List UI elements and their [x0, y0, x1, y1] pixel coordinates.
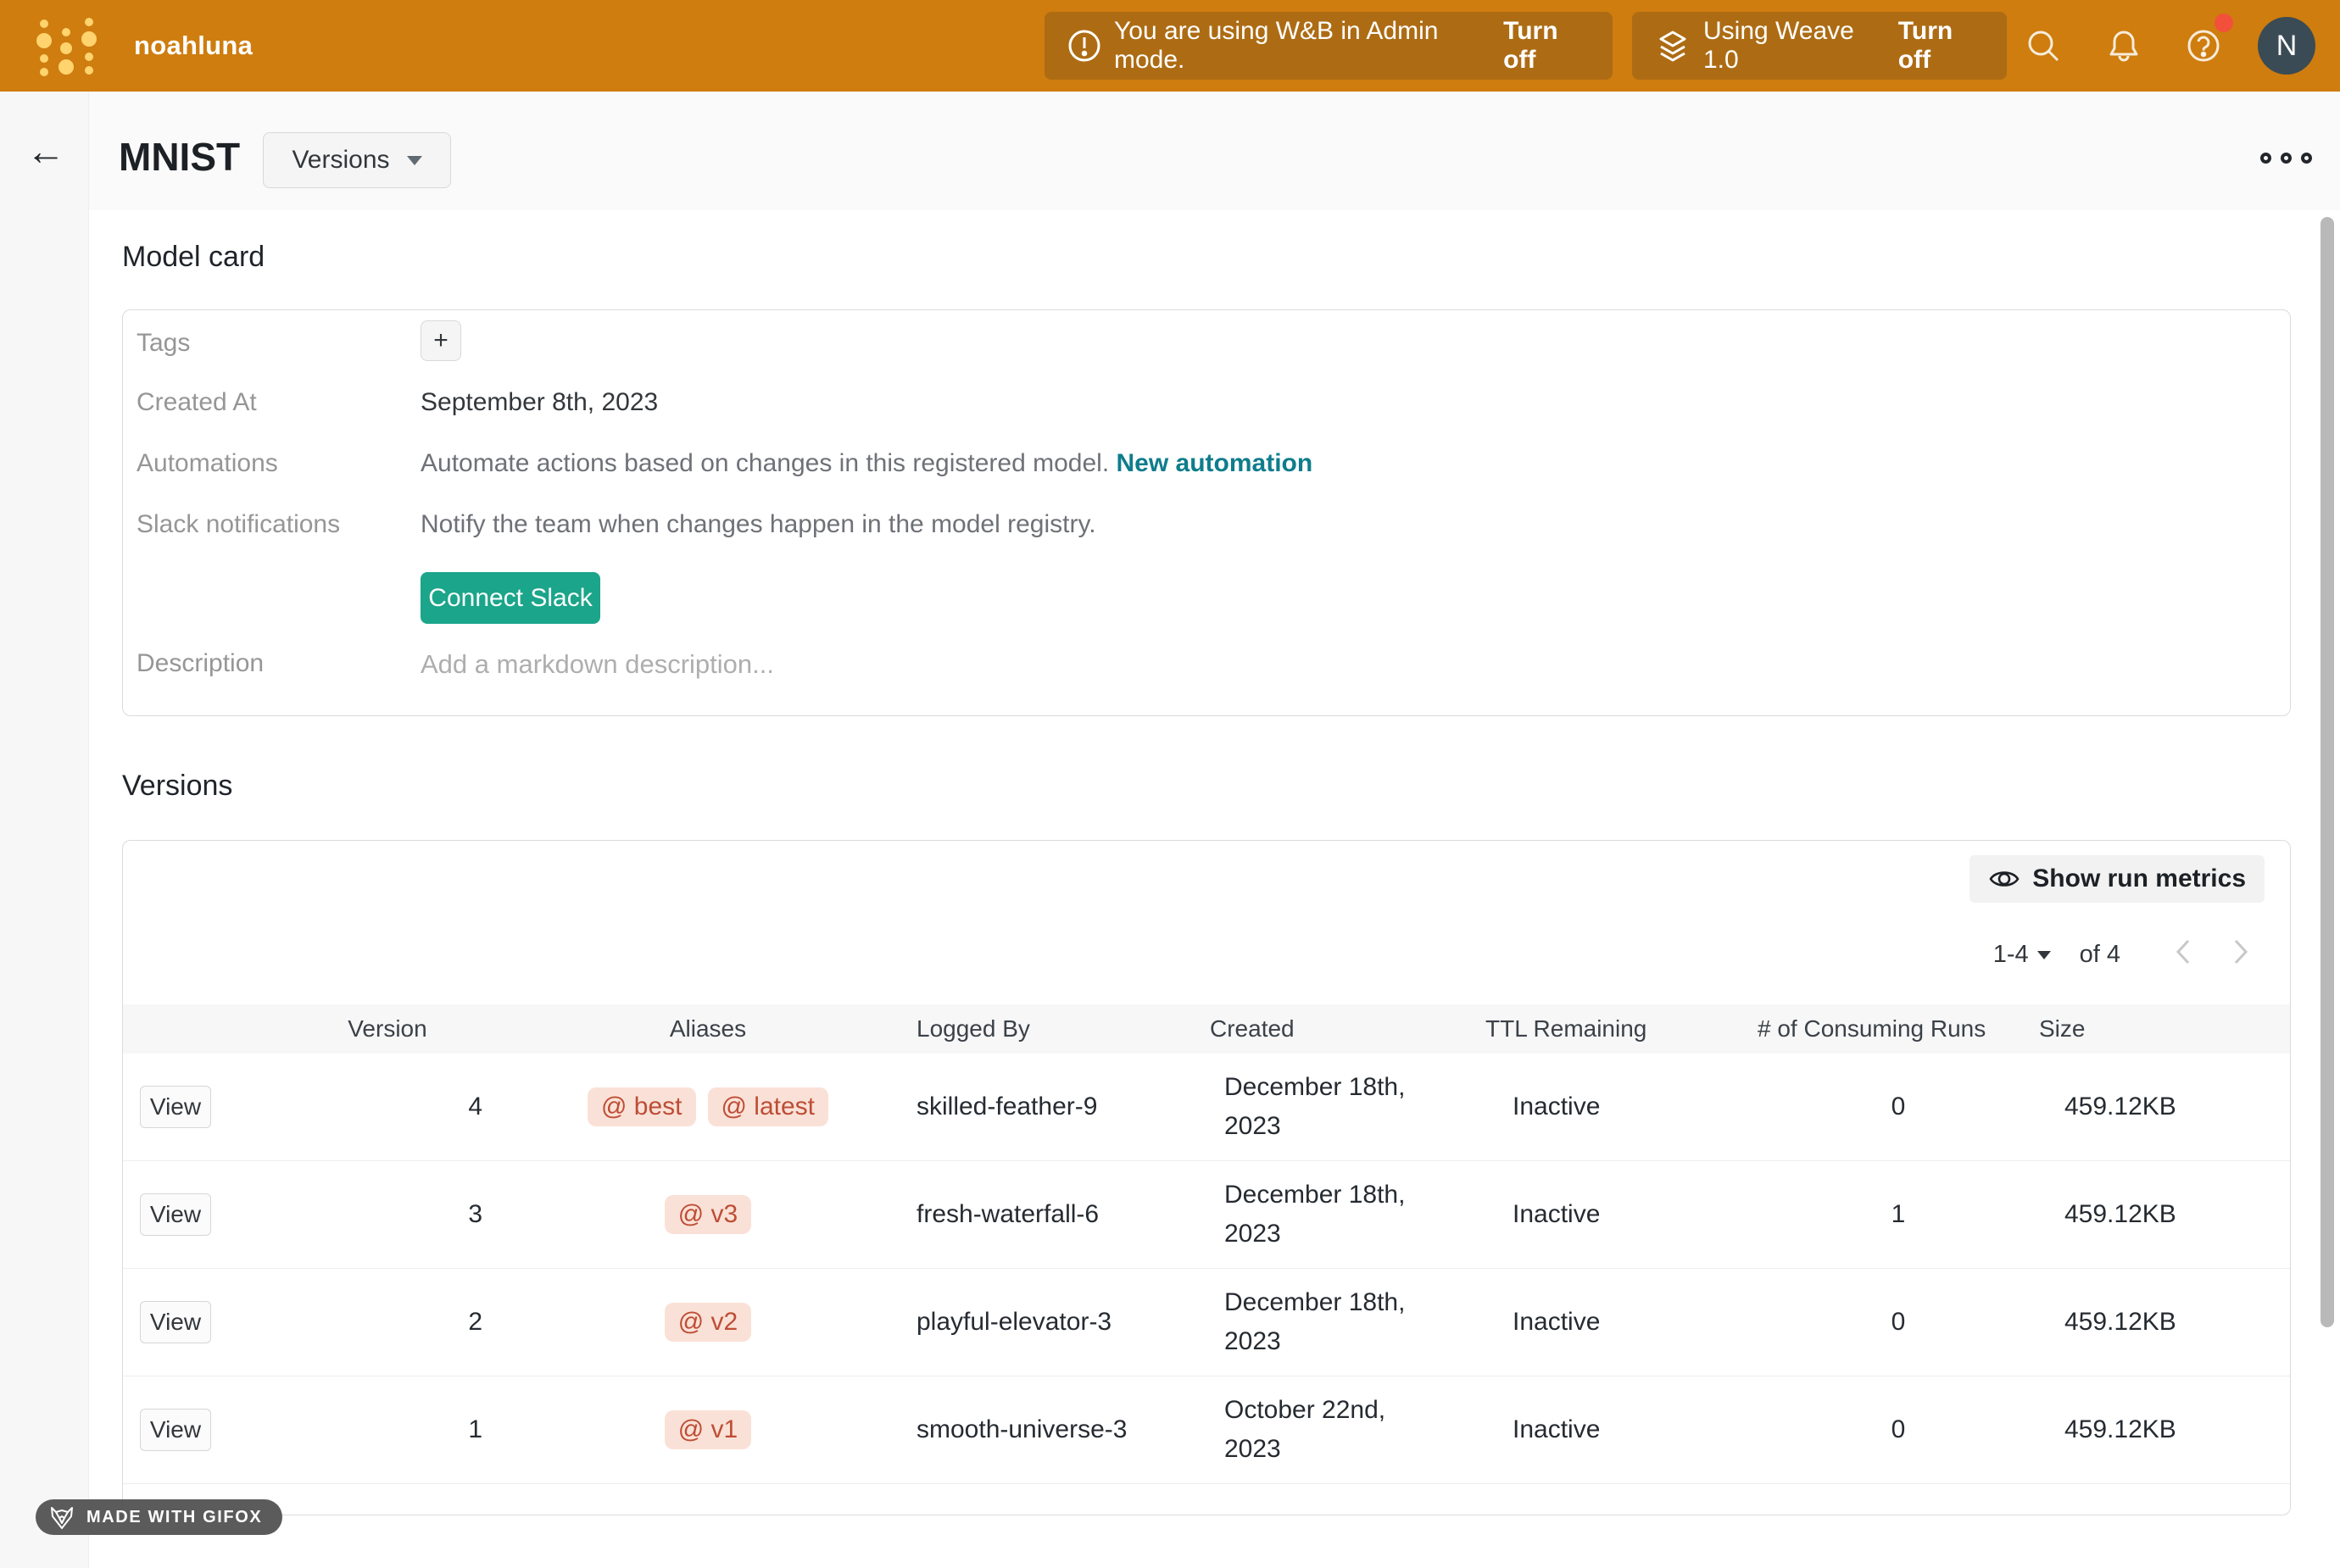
consuming-runs-count: 0: [1758, 1093, 2039, 1121]
consuming-runs-count: 0: [1758, 1415, 2039, 1444]
logged-by-run-link[interactable]: smooth-universe-3: [903, 1415, 1196, 1444]
created-date: December 18th, 2023: [1196, 1068, 1472, 1147]
pagination-total: of 4: [2080, 941, 2120, 969]
gifox-watermark-text: MADE WITH GIFOX: [86, 1508, 262, 1527]
artifact-size: 459.12KB: [2039, 1200, 2275, 1229]
team-name[interactable]: noahluna: [134, 0, 253, 92]
new-automation-link[interactable]: New automation: [1117, 449, 1313, 477]
view-button[interactable]: View: [140, 1193, 211, 1236]
version-number: 1: [292, 1415, 513, 1444]
fox-icon: [47, 1503, 76, 1532]
table-row: View 2 @ v2 playful-elevator-3 December …: [123, 1269, 2290, 1376]
wandb-logo-icon[interactable]: [36, 14, 98, 78]
artifact-size: 459.12KB: [2039, 1093, 2275, 1121]
column-header-ttl-remaining: TTL Remaining: [1472, 1015, 1758, 1043]
tags-label: Tags: [136, 329, 190, 358]
view-button[interactable]: View: [140, 1301, 211, 1343]
weave-banner-text: Using Weave 1.0: [1703, 17, 1881, 75]
chevron-down-icon: [2037, 951, 2051, 959]
model-card-panel: Tags + Created At September 8th, 2023 Au…: [122, 309, 2291, 716]
left-rail: [0, 92, 89, 1568]
ttl-remaining: Inactive: [1472, 1200, 1758, 1229]
logged-by-run-link[interactable]: skilled-feather-9: [903, 1093, 1196, 1121]
column-header-aliases: Aliases: [513, 1015, 903, 1043]
layers-icon: [1654, 27, 1691, 64]
created-at-value: September 8th, 2023: [421, 388, 658, 417]
notifications-bell-icon[interactable]: [2104, 26, 2143, 65]
alias-chip[interactable]: @ latest: [708, 1087, 829, 1126]
table-row: View 3 @ v3 fresh-waterfall-6 December 1…: [123, 1161, 2290, 1269]
search-icon[interactable]: [2024, 26, 2063, 65]
page-title: MNIST: [119, 134, 240, 180]
admin-banner-text: You are using W&B in Admin mode.: [1114, 17, 1486, 75]
table-header-row: Version Aliases Logged By Created TTL Re…: [123, 1004, 2290, 1054]
column-header-created: Created: [1196, 1010, 1472, 1047]
pagination-range-select[interactable]: 1-4: [1993, 941, 2051, 969]
view-button[interactable]: View: [140, 1409, 211, 1451]
alias-chip[interactable]: @ v2: [665, 1303, 751, 1342]
alias-chip[interactable]: @ v1: [665, 1410, 751, 1449]
show-run-metrics-label: Show run metrics: [2032, 865, 2246, 893]
ttl-remaining: Inactive: [1472, 1415, 1758, 1444]
slack-notifications-label: Slack notifications: [136, 510, 340, 539]
help-icon[interactable]: [2184, 26, 2223, 65]
next-page-icon[interactable]: [2224, 936, 2256, 968]
back-arrow-icon[interactable]: ←: [22, 127, 70, 175]
created-at-label: Created At: [136, 388, 257, 417]
versions-dropdown-label: Versions: [292, 146, 389, 175]
table-row: View 4 @ best @ latest skilled-feather-9…: [123, 1054, 2290, 1161]
description-placeholder[interactable]: Add a markdown description...: [421, 649, 774, 680]
logged-by-run-link[interactable]: playful-elevator-3: [903, 1308, 1196, 1337]
automations-text: Automate actions based on changes in thi…: [421, 449, 1312, 478]
weave-turn-off-button[interactable]: Turn off: [1898, 17, 1985, 75]
description-label: Description: [136, 649, 264, 678]
artifact-size: 459.12KB: [2039, 1415, 2275, 1444]
versions-table-panel: Show run metrics 1-4 of 4 Version Aliase…: [122, 840, 2291, 1515]
gifox-watermark: MADE WITH GIFOX: [36, 1499, 282, 1535]
versions-dropdown[interactable]: Versions: [263, 132, 451, 188]
previous-page-icon[interactable]: [2168, 936, 2200, 968]
top-navigation-bar: noahluna You are using W&B in Admin mode…: [0, 0, 2340, 92]
artifact-size: 459.12KB: [2039, 1308, 2275, 1337]
overflow-menu-icon[interactable]: [2260, 153, 2312, 164]
versions-section-title: Versions: [122, 770, 232, 803]
warning-circle-icon: [1067, 28, 1102, 64]
column-header-version: Version: [292, 1015, 513, 1043]
admin-turn-off-button[interactable]: Turn off: [1503, 17, 1591, 75]
column-header-size: Size: [2039, 1015, 2275, 1043]
view-button[interactable]: View: [140, 1086, 211, 1128]
user-avatar[interactable]: N: [2258, 17, 2315, 75]
created-date: December 18th, 2023: [1196, 1283, 1472, 1362]
consuming-runs-count: 0: [1758, 1308, 2039, 1337]
chevron-down-icon: [407, 156, 422, 165]
alias-chip[interactable]: @ v3: [665, 1195, 751, 1234]
connect-slack-button[interactable]: Connect Slack: [421, 572, 600, 624]
automations-label: Automations: [136, 449, 278, 478]
version-number: 3: [292, 1200, 513, 1229]
show-run-metrics-button[interactable]: Show run metrics: [1970, 855, 2265, 903]
column-header-consuming-runs: # of Consuming Runs: [1758, 1015, 2039, 1043]
version-number: 4: [292, 1093, 513, 1121]
ttl-remaining: Inactive: [1472, 1308, 1758, 1337]
pagination: 1-4 of 4: [1993, 941, 2120, 969]
version-number: 2: [292, 1308, 513, 1337]
logged-by-run-link[interactable]: fresh-waterfall-6: [903, 1200, 1196, 1229]
eye-icon: [1988, 863, 2020, 895]
table-row: View 1 @ v1 smooth-universe-3 October 22…: [123, 1376, 2290, 1484]
add-tag-button[interactable]: +: [421, 320, 461, 361]
weave-banner: Using Weave 1.0 Turn off: [1632, 12, 2007, 80]
vertical-scrollbar[interactable]: [2320, 217, 2334, 1327]
ttl-remaining: Inactive: [1472, 1093, 1758, 1121]
alias-chip[interactable]: @ best: [588, 1087, 696, 1126]
table-body: View 4 @ best @ latest skilled-feather-9…: [123, 1054, 2290, 1484]
consuming-runs-count: 1: [1758, 1200, 2039, 1229]
notification-dot: [2215, 14, 2233, 32]
model-card-section-title: Model card: [122, 241, 265, 274]
column-header-logged-by: Logged By: [903, 1015, 1196, 1043]
created-date: December 18th, 2023: [1196, 1176, 1472, 1254]
admin-mode-banner: You are using W&B in Admin mode. Turn of…: [1045, 12, 1613, 80]
created-date: October 22nd, 2023: [1196, 1391, 1472, 1470]
slack-notifications-text: Notify the team when changes happen in t…: [421, 510, 1096, 539]
